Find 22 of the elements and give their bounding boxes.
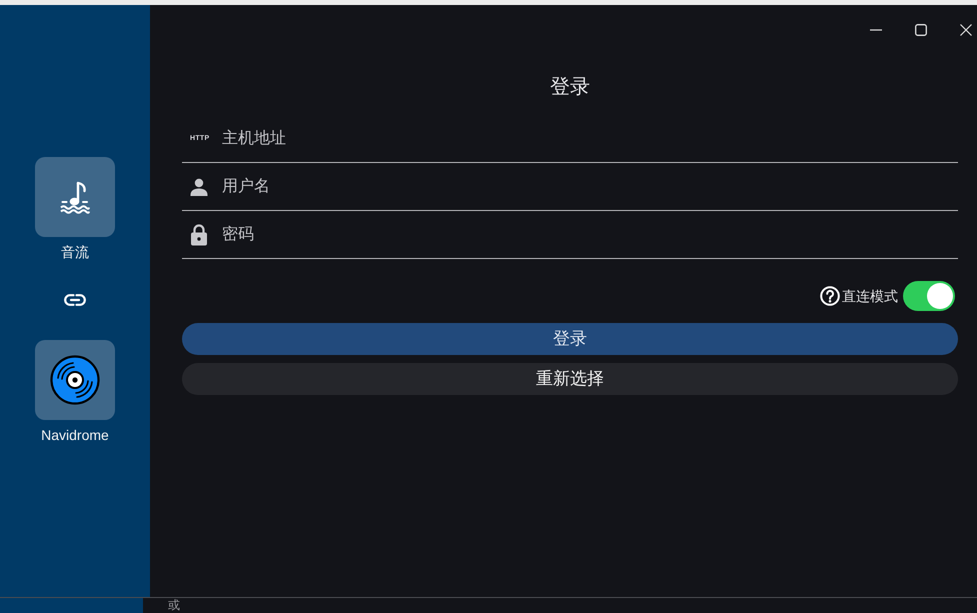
person-icon xyxy=(190,178,208,196)
minimize-icon xyxy=(870,29,882,31)
close-icon xyxy=(960,24,972,36)
navidrome-tile[interactable] xyxy=(35,340,115,420)
login-button[interactable]: 登录 xyxy=(182,323,958,355)
link-icon xyxy=(64,294,86,306)
toggle-switch[interactable] xyxy=(903,281,955,311)
login-title: 登录 xyxy=(549,75,591,100)
music-note-waves-icon xyxy=(59,180,91,214)
tile-label: Navidrome xyxy=(41,426,109,445)
maximize-icon xyxy=(915,24,927,36)
host-field[interactable]: 主机地址 xyxy=(222,115,958,162)
help-icon[interactable] xyxy=(820,286,840,306)
password-field[interactable]: 密码 xyxy=(222,211,958,258)
lock-icon xyxy=(190,224,208,246)
direct-mode-label: 直连模式 xyxy=(842,287,898,306)
stream-tile[interactable] xyxy=(35,157,115,237)
background-text: 或 xyxy=(168,598,180,613)
username-field[interactable]: 用户名 xyxy=(222,163,958,210)
disc-icon xyxy=(50,355,100,405)
tile-label: 音流 xyxy=(61,243,89,262)
reselect-button[interactable]: 重新选择 xyxy=(182,363,958,395)
